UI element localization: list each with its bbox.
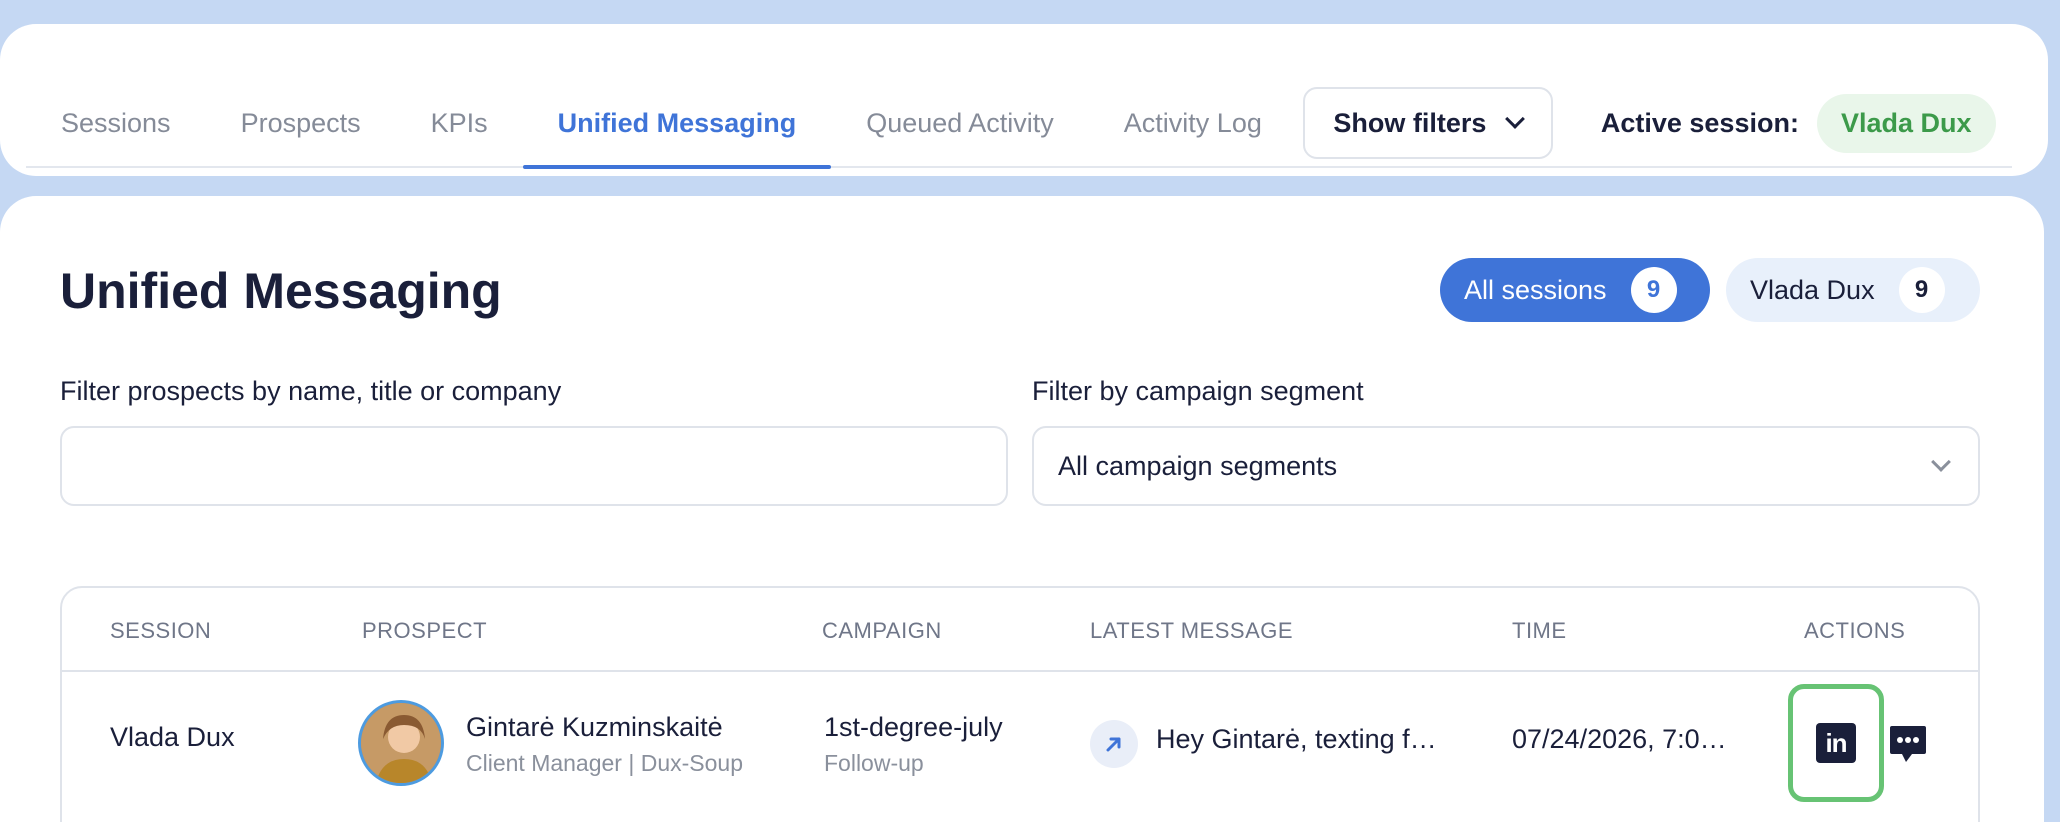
chevron-down-icon xyxy=(1505,109,1526,129)
campaign-name[interactable]: 1st-degree-july xyxy=(824,712,1003,743)
header-session[interactable]: SESSION xyxy=(110,618,211,644)
vlada-dux-session-count: 9 xyxy=(1898,267,1945,313)
header-campaign[interactable]: CAMPAIGN xyxy=(822,618,942,644)
avatar[interactable] xyxy=(358,700,444,786)
table-row[interactable]: Vlada Dux Gintarė Kuzminskaitė Client Ma… xyxy=(62,672,1978,820)
all-sessions-label: All sessions xyxy=(1464,274,1607,305)
header-actions: ACTIONS xyxy=(1804,618,1906,643)
tab-prospects[interactable]: Prospects xyxy=(206,79,396,167)
chat-bubble-icon[interactable] xyxy=(1888,724,1928,769)
linkedin-icon: in xyxy=(1816,723,1856,763)
tab-sessions[interactable]: Sessions xyxy=(26,79,206,167)
table-header: SESSION PROSPECT CAMPAIGN LATEST MESSAGE… xyxy=(62,588,1978,672)
prospect-filter-input[interactable] xyxy=(60,426,1008,506)
arrow-up-right-icon xyxy=(1090,720,1138,768)
latest-message[interactable]: Hey Gintarė, texting f… xyxy=(1156,724,1437,755)
header-time[interactable]: TIME xyxy=(1512,618,1567,644)
all-sessions-pill[interactable]: All sessions 9 xyxy=(1440,258,1710,322)
prospect-title: Client Manager | Dux-Soup xyxy=(466,750,743,776)
show-filters-label: Show filters xyxy=(1333,107,1487,138)
top-nav-card: Sessions Prospects KPIs Unified Messagin… xyxy=(0,24,2048,176)
active-session-label: Active session: xyxy=(1600,107,1799,138)
prospect-filter-label: Filter prospects by name, title or compa… xyxy=(60,376,562,406)
header-latest-message[interactable]: LATEST MESSAGE xyxy=(1090,618,1293,644)
all-sessions-count: 9 xyxy=(1630,267,1677,313)
header-prospect[interactable]: PROSPECT xyxy=(362,618,487,644)
tab-activity-log[interactable]: Activity Log xyxy=(1089,79,1297,167)
segment-filter-value: All campaign segments xyxy=(1058,450,1338,481)
tab-kpis[interactable]: KPIs xyxy=(396,79,523,167)
segment-filter-label: Filter by campaign segment xyxy=(1032,376,1364,406)
campaign-step: Follow-up xyxy=(824,750,924,776)
messages-table: SESSION PROSPECT CAMPAIGN LATEST MESSAGE… xyxy=(60,586,1980,822)
segment-filter-select[interactable]: All campaign segments xyxy=(1032,426,1980,506)
chevron-down-icon xyxy=(1931,452,1951,472)
tab-bar: Sessions Prospects KPIs Unified Messagin… xyxy=(26,79,2012,169)
vlada-dux-session-label: Vlada Dux xyxy=(1750,274,1875,305)
vlada-dux-session-pill[interactable]: Vlada Dux 9 xyxy=(1726,258,1980,322)
tab-queued-activity[interactable]: Queued Activity xyxy=(831,79,1089,167)
linkedin-action-button[interactable]: in xyxy=(1788,684,1884,802)
tab-unified-messaging[interactable]: Unified Messaging xyxy=(522,79,832,169)
message-time: 07/24/2026, 7:0… xyxy=(1512,724,1727,754)
row-session: Vlada Dux xyxy=(110,722,235,752)
page-title: Unified Messaging xyxy=(60,263,502,319)
active-session-badge[interactable]: Vlada Dux xyxy=(1816,93,1996,153)
show-filters-button[interactable]: Show filters xyxy=(1302,87,1553,159)
prospect-name[interactable]: Gintarė Kuzminskaitė xyxy=(466,712,723,743)
active-session: Active session: Vlada Dux xyxy=(1600,93,1996,153)
